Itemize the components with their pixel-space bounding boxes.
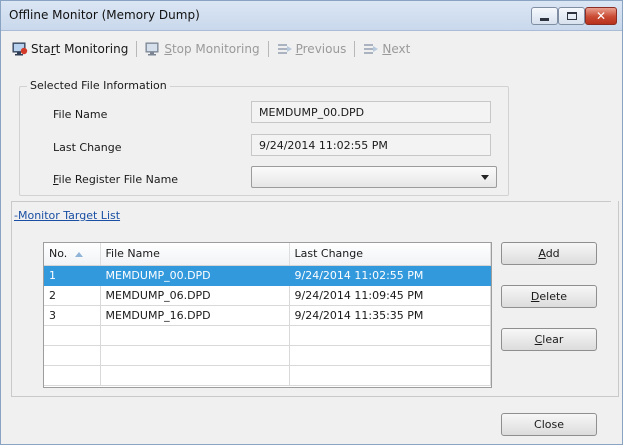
sort-ascending-icon xyxy=(75,251,84,257)
last-change-label: Last Change xyxy=(53,141,122,154)
previous-label: revious xyxy=(302,42,347,56)
previous-mnemonic: P xyxy=(295,42,303,56)
stop-monitoring-mnemonic: S xyxy=(164,42,172,56)
close-icon: ✕ xyxy=(595,9,607,23)
cell-file-name: MEMDUMP_06.DPD xyxy=(100,285,290,306)
previous-button[interactable]: Previous xyxy=(274,39,350,59)
monitor-icon xyxy=(145,42,159,56)
toolbar-separator xyxy=(267,41,269,57)
delete-label: elete xyxy=(539,290,568,303)
maximize-button[interactable] xyxy=(558,7,585,25)
file-register-file-name-label: File Register File Name xyxy=(53,173,178,186)
start-monitoring-label: t Monitoring xyxy=(55,42,129,56)
monitor-target-link-pre: -Monitor Tar xyxy=(14,209,80,222)
cell-no xyxy=(44,365,101,386)
clear-label: lear xyxy=(542,333,564,346)
cell-no: 3 xyxy=(44,305,101,326)
cell-last-change xyxy=(289,365,491,386)
cell-no xyxy=(44,345,101,366)
table-row-empty[interactable] xyxy=(44,345,491,366)
cell-last-change: 9/24/2014 11:35:35 PM xyxy=(289,305,491,326)
next-mnemonic: N xyxy=(382,42,392,56)
monitor-icon xyxy=(12,42,28,56)
close-button[interactable]: Close xyxy=(501,413,597,436)
table-row[interactable]: 2 MEMDUMP_06.DPD 9/24/2014 11:09:45 PM xyxy=(44,285,491,306)
chevron-down-icon xyxy=(481,175,489,180)
next-label: ext xyxy=(391,42,411,56)
add-button[interactable]: Add xyxy=(501,242,597,265)
maximize-icon xyxy=(566,12,577,20)
cell-no: 1 xyxy=(44,265,101,286)
cell-last-change: 9/24/2014 11:02:55 PM xyxy=(289,265,491,286)
file-name-label: File Name xyxy=(53,108,108,121)
column-header-no[interactable]: No. xyxy=(44,243,101,266)
cell-file-name: MEMDUMP_16.DPD xyxy=(100,305,290,326)
clear-button[interactable]: Clear xyxy=(501,328,597,351)
previous-icon xyxy=(277,44,292,54)
minimize-icon xyxy=(540,17,549,21)
monitor-target-link-post: et List xyxy=(86,209,121,222)
toolbar-separator xyxy=(136,41,138,57)
stop-monitoring-label: top Monitoring xyxy=(171,42,260,56)
start-monitoring-button[interactable]: Start Monitoring xyxy=(9,39,131,59)
close-window-button[interactable]: ✕ xyxy=(585,7,617,25)
cell-file-name: MEMDUMP_00.DPD xyxy=(100,265,290,286)
cell-file-name xyxy=(100,345,290,366)
table-row-empty[interactable] xyxy=(44,325,491,346)
column-header-last-change[interactable]: Last Change xyxy=(289,243,491,266)
table-header-row: No. File Name Last Change xyxy=(44,243,491,266)
file-name-field: MEMDUMP_00.DPD xyxy=(251,101,491,123)
cell-file-name xyxy=(100,325,290,346)
title-bar[interactable]: Offline Monitor (Memory Dump) ✕ xyxy=(1,1,622,31)
stop-monitoring-button[interactable]: Stop Monitoring xyxy=(142,39,262,59)
monitor-target-list-toggle-link[interactable]: -Monitor Target List xyxy=(14,209,120,222)
delete-button[interactable]: Delete xyxy=(501,285,597,308)
cell-last-change xyxy=(289,345,491,366)
table-row-empty[interactable] xyxy=(44,365,491,386)
cell-last-change: 9/24/2014 11:09:45 PM xyxy=(289,285,491,306)
file-register-file-name-dropdown[interactable] xyxy=(251,166,497,188)
start-monitoring-label-pre: Sta xyxy=(31,42,51,56)
offline-monitor-window: Offline Monitor (Memory Dump) ✕ Start Mo… xyxy=(0,0,623,445)
cell-no xyxy=(44,325,101,346)
file-register-label-text: ile Register File Name xyxy=(58,173,179,186)
group-title: Selected File Information xyxy=(27,79,170,92)
toolbar-separator xyxy=(354,41,356,57)
cell-last-change xyxy=(289,325,491,346)
add-label: dd xyxy=(545,247,560,260)
next-button[interactable]: Next xyxy=(360,39,413,59)
toolbar: Start Monitoring Stop Monitoring Previou… xyxy=(9,39,413,59)
table-row[interactable]: 3 MEMDUMP_16.DPD 9/24/2014 11:35:35 PM xyxy=(44,305,491,326)
last-change-field: 9/24/2014 11:02:55 PM xyxy=(251,134,491,156)
column-header-file-name[interactable]: File Name xyxy=(100,243,290,266)
cell-no: 2 xyxy=(44,285,101,306)
cell-file-name xyxy=(100,365,290,386)
minimize-button[interactable] xyxy=(531,7,558,25)
monitor-target-table[interactable]: No. File Name Last Change 1 MEMDUMP_00.D… xyxy=(43,242,492,388)
table-row[interactable]: 1 MEMDUMP_00.DPD 9/24/2014 11:02:55 PM xyxy=(44,265,491,286)
next-icon xyxy=(364,44,379,54)
add-mnemonic: A xyxy=(538,247,546,260)
window-title: Offline Monitor (Memory Dump) xyxy=(9,8,200,22)
